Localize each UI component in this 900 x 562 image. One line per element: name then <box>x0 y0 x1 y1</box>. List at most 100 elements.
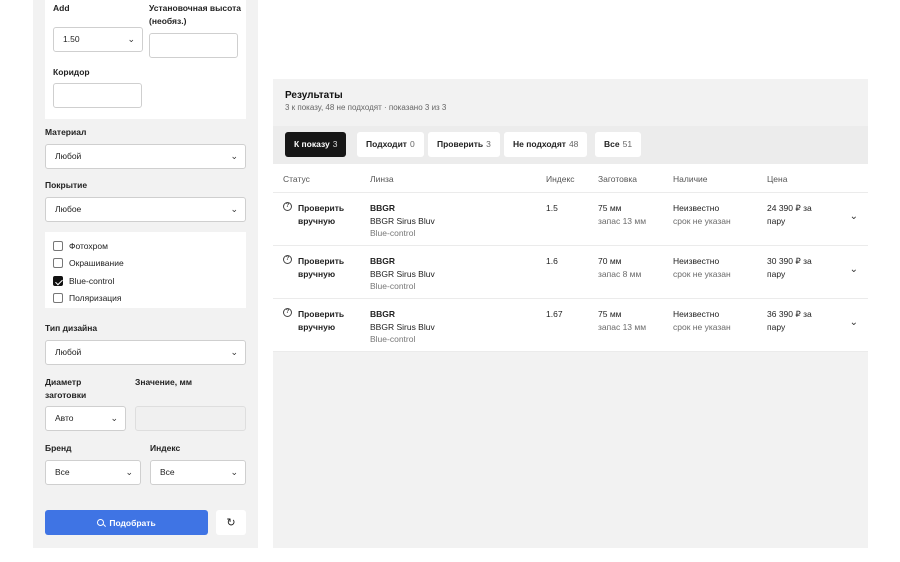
search-icon <box>97 519 105 526</box>
price-cell: 36 390 ₽ за пару <box>767 309 812 332</box>
option-label: Фотохром <box>69 241 108 251</box>
tab-label: Подходит <box>366 139 407 149</box>
reset-button[interactable]: ↻ <box>216 510 246 535</box>
tab-not-suitable[interactable]: Не подходят 48 <box>504 132 588 157</box>
options-checklist: Фотохром Окрашивание Blue-control Поляри… <box>45 232 246 308</box>
tab-check[interactable]: Проверить 3 <box>428 132 500 157</box>
lens-cell: BBGR BBGR Sirus Bluv Blue-control <box>370 255 435 293</box>
checkbox[interactable] <box>53 258 63 268</box>
index-cell: 1.67 <box>546 309 563 319</box>
reset-icon: ↻ <box>226 517 236 529</box>
coating-label: Покрытие <box>45 180 88 190</box>
chevron-down-icon[interactable]: ⌄ <box>850 211 858 222</box>
diameter-select-value: Авто <box>55 413 74 423</box>
tab-label: Проверить <box>437 139 484 149</box>
checkbox[interactable] <box>53 241 63 251</box>
chevron-down-icon: ⌄ <box>230 467 238 477</box>
design-label: Тип дизайна <box>45 323 98 333</box>
height-label: Установочная высота (необяз.) <box>149 3 241 26</box>
brand-select[interactable]: Все ⌄ <box>45 460 141 485</box>
corridor-input[interactable] <box>53 83 142 108</box>
lens-coating: Blue-control <box>370 228 416 238</box>
blank-reserve: запас 8 мм <box>598 268 642 279</box>
price-cell: 24 390 ₽ за пару <box>767 203 812 226</box>
availability-status: Неизвестно <box>673 309 720 319</box>
design-select[interactable]: Любой ⌄ <box>45 340 246 365</box>
table-header: Статус Линза Индекс Заготовка Наличие Це… <box>273 164 868 193</box>
option-polarization[interactable]: Поляризация <box>53 291 122 305</box>
results-tabs: К показу 3 Подходит 0 Проверить 3 Не подход… <box>273 126 868 164</box>
availability-status: Неизвестно <box>673 256 720 266</box>
brand-label: Бренд <box>45 443 72 453</box>
diameter-select[interactable]: Авто ⌄ <box>45 406 126 431</box>
option-photochrome[interactable]: Фотохром <box>53 239 108 253</box>
availability-cell: Неизвестно срок не указан <box>673 202 731 227</box>
results-panel: Результаты 3 к показу, 48 не подходят · … <box>273 79 868 548</box>
add-select[interactable]: 1.50 ⌄ <box>53 27 143 52</box>
table-row[interactable]: ? Проверить вручную BBGR BBGR Sirus Bluv… <box>273 299 868 352</box>
submit-button-label: Подобрать <box>109 517 156 528</box>
availability-term: срок не указан <box>673 268 731 279</box>
chevron-down-icon: ⌄ <box>230 204 238 214</box>
coating-select[interactable]: Любое ⌄ <box>45 197 246 222</box>
tab-all[interactable]: Все 51 <box>595 132 642 157</box>
chevron-down-icon: ⌄ <box>125 467 133 477</box>
table-row[interactable]: ? Проверить вручную BBGR BBGR Sirus Bluv… <box>273 193 868 246</box>
corridor-label: Коридор <box>53 67 90 77</box>
index-select[interactable]: Все ⌄ <box>150 460 246 485</box>
table-row[interactable]: ? Проверить вручную BBGR BBGR Sirus Bluv… <box>273 246 868 299</box>
option-label: Blue-control <box>69 276 115 286</box>
value-mm-label: Значение, мм <box>135 377 193 387</box>
tab-label: К показу <box>294 139 330 149</box>
option-blue-control[interactable]: Blue-control <box>53 274 114 288</box>
chevron-down-icon: ⌄ <box>110 413 118 423</box>
index-cell: 1.5 <box>546 203 558 213</box>
availability-term: срок не указан <box>673 321 731 332</box>
question-icon: ? <box>283 308 292 317</box>
column-lens: Линза <box>370 174 394 184</box>
checkbox-checked[interactable] <box>53 276 63 286</box>
availability-cell: Неизвестно срок не указан <box>673 255 731 280</box>
material-select-value: Любой <box>55 151 82 161</box>
option-label: Окрашивание <box>69 258 124 268</box>
lens-cell: BBGR BBGR Sirus Bluv Blue-control <box>370 202 435 240</box>
option-tint[interactable]: Окрашивание <box>53 256 124 270</box>
lens-brand: BBGR <box>370 256 396 266</box>
brand-select-value: Все <box>55 467 70 477</box>
index-cell: 1.6 <box>546 256 558 266</box>
column-availability: Наличие <box>673 174 708 184</box>
lens-brand: BBGR <box>370 309 396 319</box>
design-select-value: Любой <box>55 347 82 357</box>
tab-to-show[interactable]: К показу 3 <box>285 132 347 157</box>
tab-label: Не подходят <box>513 139 566 149</box>
results-summary: 3 к показу, 48 не подходят · показано 3 … <box>285 103 447 112</box>
chevron-down-icon[interactable]: ⌄ <box>850 317 858 328</box>
blank-size: 75 мм <box>598 203 622 213</box>
availability-status: Неизвестно <box>673 203 720 213</box>
tab-suitable[interactable]: Подходит 0 <box>357 132 424 157</box>
lens-name: BBGR Sirus Bluv <box>370 321 435 332</box>
material-select[interactable]: Любой ⌄ <box>45 144 246 169</box>
blank-cell: 75 мм запас 13 мм <box>598 202 646 227</box>
tab-count: 48 <box>568 139 579 149</box>
tab-count: 51 <box>622 139 633 149</box>
column-price: Цена <box>767 174 788 184</box>
value-mm-input[interactable] <box>135 406 246 431</box>
filter-panel: Add 1.50 ⌄ Установочная высота (необяз.)… <box>33 0 258 548</box>
blank-cell: 75 мм запас 13 мм <box>598 308 646 333</box>
column-index: Индекс <box>546 174 575 184</box>
question-icon: ? <box>283 255 292 264</box>
height-input[interactable] <box>149 33 238 58</box>
chevron-down-icon: ⌄ <box>127 34 135 44</box>
blank-reserve: запас 13 мм <box>598 215 647 226</box>
chevron-down-icon[interactable]: ⌄ <box>850 264 858 275</box>
submit-button[interactable]: Подобрать <box>45 510 208 535</box>
lens-coating: Blue-control <box>370 334 416 344</box>
results-table: Статус Линза Индекс Заготовка Наличие Це… <box>273 164 868 352</box>
checkbox[interactable] <box>53 293 63 303</box>
status-text: Проверить вручную <box>298 309 345 332</box>
index-select-value: Все <box>160 467 175 477</box>
lens-name: BBGR Sirus Bluv <box>370 215 435 226</box>
column-blank: Заготовка <box>598 174 637 184</box>
results-title: Результаты <box>285 90 343 101</box>
